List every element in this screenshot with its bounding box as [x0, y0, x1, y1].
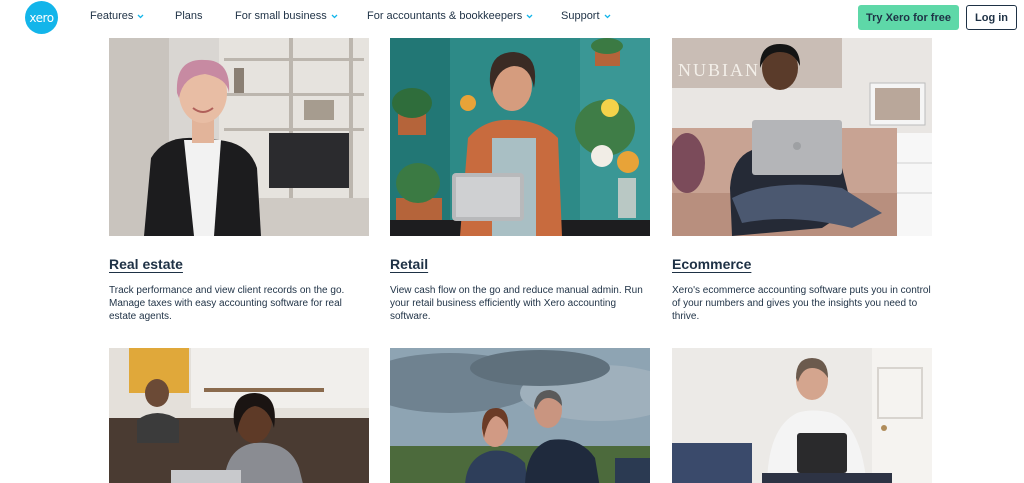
nav-features[interactable]: Features: [90, 10, 144, 22]
nubian-sign-text: NUBIAN: [678, 60, 760, 80]
industry-card-professional[interactable]: [672, 348, 932, 483]
agriculture-image: [390, 348, 650, 483]
real-estate-image: [109, 38, 369, 236]
ecommerce-image: NUBIAN: [672, 38, 932, 236]
nav-accountants[interactable]: For accountants & bookkeepers: [367, 10, 533, 22]
login-button[interactable]: Log in: [966, 5, 1017, 30]
industry-card-ecommerce[interactable]: NUBIAN Ecommerce Xero's ecommerce accoun…: [672, 38, 932, 338]
try-free-button[interactable]: Try Xero for free: [858, 5, 959, 30]
chevron-down-icon: [331, 13, 338, 20]
industry-card-cafe[interactable]: [109, 348, 369, 483]
nav-plans[interactable]: Plans: [175, 10, 203, 22]
retail-image: [390, 38, 650, 236]
chevron-down-icon: [526, 13, 533, 20]
nav-support-label: Support: [561, 10, 600, 22]
nav-support[interactable]: Support: [561, 10, 611, 22]
nav-plans-label: Plans: [175, 10, 203, 22]
nav-features-label: Features: [90, 10, 134, 22]
top-nav: xero Features Plans For small business F…: [0, 0, 1024, 36]
xero-logo[interactable]: xero: [25, 1, 58, 34]
nav-small-business-label: For small business: [235, 10, 327, 22]
chevron-down-icon: [604, 13, 611, 20]
chevron-down-icon: [137, 13, 144, 20]
industry-card-agriculture[interactable]: [390, 348, 650, 483]
card-description: Xero's ecommerce accounting software put…: [672, 285, 931, 322]
nav-small-business[interactable]: For small business: [235, 10, 338, 22]
industry-card-real-estate[interactable]: Real estate Track performance and view c…: [109, 38, 369, 338]
card-title[interactable]: Retail: [390, 256, 428, 272]
card-title[interactable]: Ecommerce: [672, 256, 751, 272]
card-title[interactable]: Real estate: [109, 256, 183, 272]
nav-accountants-label: For accountants & bookkeepers: [367, 10, 523, 22]
card-description: View cash flow on the go and reduce manu…: [390, 285, 643, 322]
cafe-image: [109, 348, 369, 483]
professional-image: [672, 348, 932, 483]
card-description: Track performance and view client record…: [109, 285, 345, 322]
industry-card-retail[interactable]: Retail View cash flow on the go and redu…: [390, 38, 650, 338]
